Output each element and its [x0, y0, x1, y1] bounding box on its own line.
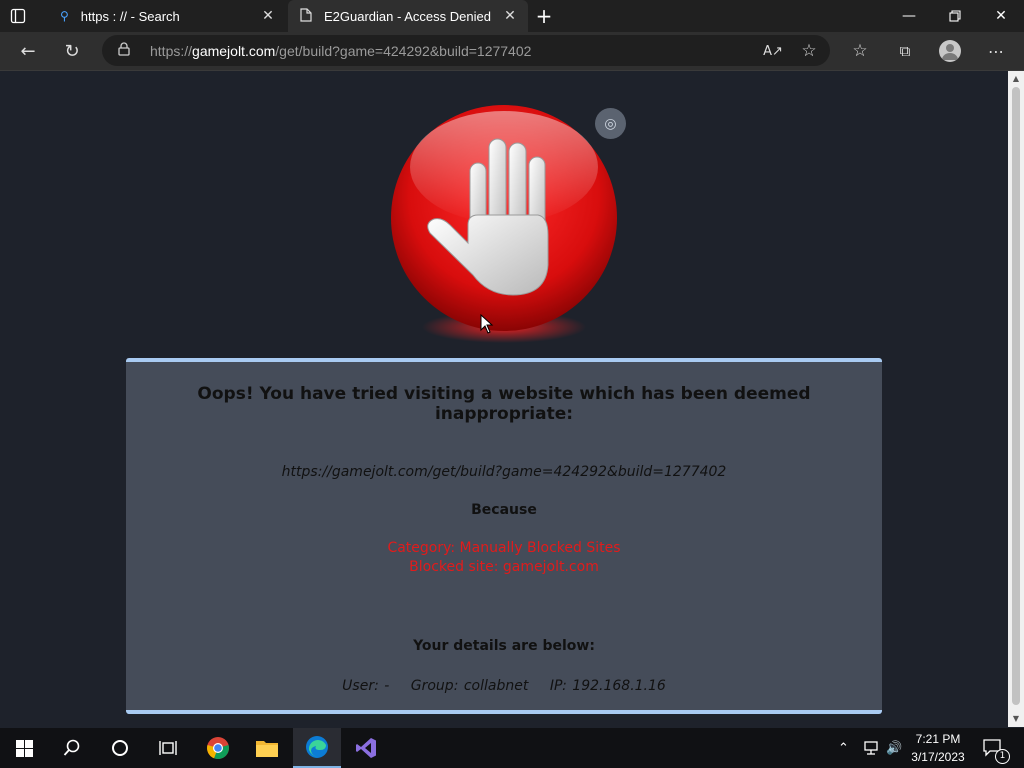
minimize-button[interactable]: —	[886, 0, 932, 32]
add-favorite-icon[interactable]: ☆	[792, 34, 826, 68]
scrollbar-thumb[interactable]	[1012, 87, 1020, 705]
user-value: User: -	[342, 678, 390, 694]
notification-count-badge: 1	[995, 749, 1010, 764]
search-icon[interactable]	[48, 728, 96, 768]
blocked-url-text: https://gamejolt.com/get/build?game=4242…	[281, 464, 727, 480]
file-explorer-icon[interactable]	[243, 728, 291, 768]
tab-search[interactable]: ⚲ https : // - Search ✕	[48, 0, 286, 32]
document-icon	[300, 7, 312, 25]
chrome-icon[interactable]	[194, 728, 242, 768]
cortana-icon[interactable]	[96, 728, 144, 768]
tab-access-denied[interactable]: E2Guardian - Access Denied ✕	[288, 0, 528, 32]
mouse-cursor-icon	[480, 314, 494, 334]
browser-toolbar: ← ↻ https://gamejolt.com/get/build?game=…	[0, 32, 1024, 71]
scroll-up-icon[interactable]: ▲	[1008, 71, 1024, 87]
windows-start-icon[interactable]	[0, 728, 48, 768]
visual-studio-icon[interactable]	[342, 728, 390, 768]
profile-avatar[interactable]	[939, 40, 961, 62]
restore-button[interactable]	[932, 0, 978, 32]
close-tab-icon[interactable]: ✕	[500, 8, 520, 24]
search-icon: ⚲	[60, 9, 69, 23]
edge-icon[interactable]	[293, 728, 341, 768]
refresh-button[interactable]: ↻	[55, 34, 89, 68]
read-aloud-icon[interactable]: A↗	[756, 34, 790, 68]
details-label: Your details are below:	[413, 638, 595, 654]
url-text: https://gamejolt.com/get/build?game=4242…	[150, 42, 532, 59]
more-menu-icon[interactable]: ⋯	[979, 34, 1013, 68]
show-hidden-icons-icon[interactable]: ⌃	[838, 728, 849, 768]
group-value: Group: collabnet	[410, 678, 529, 694]
tab-strip: ⚲ https : // - Search ✕ E2Guardian - Acc…	[0, 0, 1024, 32]
tab-title: E2Guardian - Access Denied	[324, 8, 491, 24]
user-details: User: - Group: collabnet IP: 192.168.1.1…	[126, 678, 882, 694]
stop-hand-icon	[391, 105, 617, 343]
tab-actions-icon[interactable]	[10, 8, 26, 24]
task-view-icon[interactable]	[144, 728, 192, 768]
taskbar: ⌃ 🔊 7:21 PM 3/17/2023 1	[0, 728, 1024, 768]
reason-category: Category: Manually Blocked Sites	[387, 540, 621, 556]
system-clock[interactable]: 7:21 PM 3/17/2023	[900, 730, 976, 766]
vertical-scrollbar[interactable]: ▲ ▼	[1008, 71, 1024, 727]
page-title: Oops! You have tried visiting a website …	[197, 384, 811, 424]
ip-value: IP: 192.168.1.16	[549, 678, 666, 694]
visual-search-icon[interactable]: ◎	[595, 108, 626, 139]
network-icon[interactable]	[862, 728, 880, 768]
lock-icon	[118, 41, 138, 60]
back-button[interactable]: ←	[11, 34, 45, 68]
because-label: Because	[471, 502, 537, 518]
close-tab-icon[interactable]: ✕	[258, 8, 278, 24]
close-window-button[interactable]: ✕	[978, 0, 1024, 32]
tab-title: https : // - Search	[80, 8, 180, 24]
page-content: ◎ Oops! You have tried visiting a websit…	[0, 71, 1008, 727]
new-tab-button[interactable]: +	[534, 4, 554, 28]
scroll-down-icon[interactable]: ▼	[1008, 711, 1024, 727]
access-denied-panel: Oops! You have tried visiting a website …	[126, 358, 882, 714]
clock-time: 7:21 PM	[915, 732, 961, 746]
clock-date: 3/17/2023	[911, 750, 965, 764]
collections-icon[interactable]: ⧉	[888, 34, 922, 68]
address-bar[interactable]: https://gamejolt.com/get/build?game=4242…	[102, 35, 830, 66]
favorites-icon[interactable]: ☆	[843, 34, 877, 68]
reason-blocked-site: Blocked site: gamejolt.com	[409, 559, 599, 575]
